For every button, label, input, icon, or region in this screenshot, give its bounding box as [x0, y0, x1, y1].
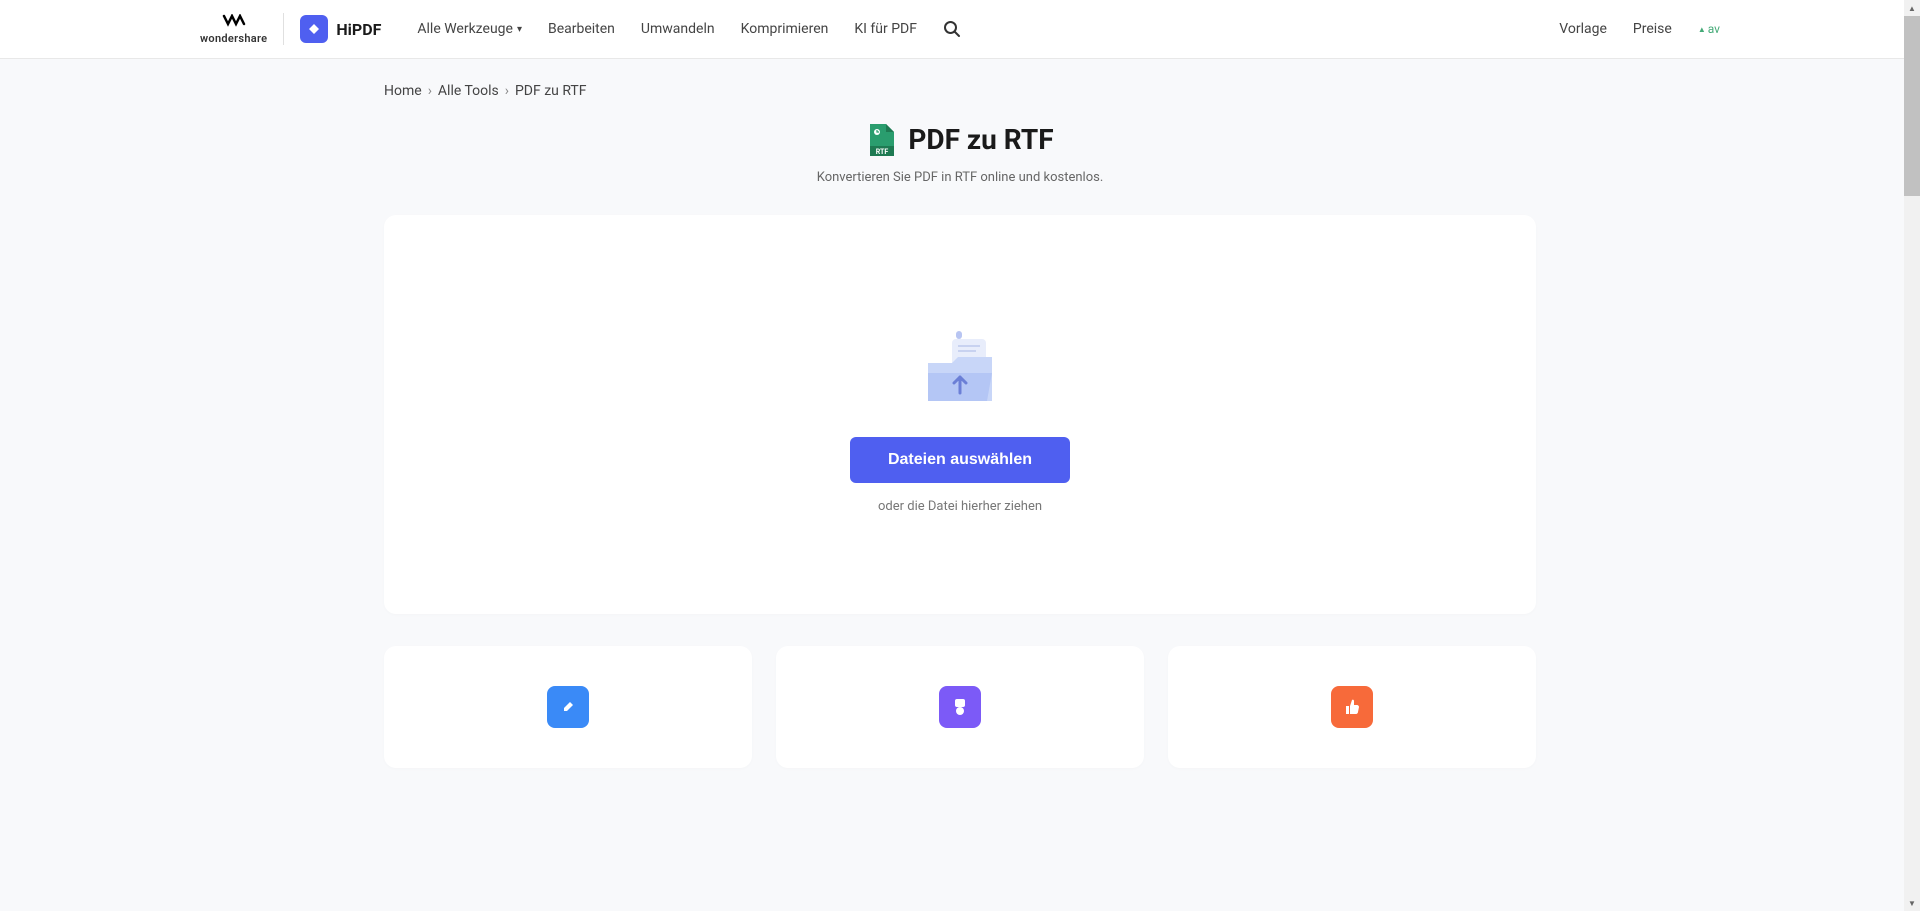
- page-title-wrap: RTF PDF zu RTF: [0, 123, 1920, 156]
- header-right: Vorlage Preise av: [1559, 21, 1720, 37]
- badge-icon: [939, 686, 981, 728]
- breadcrumb-sep: ›: [428, 83, 432, 99]
- nav-pricing[interactable]: Preise: [1633, 21, 1672, 37]
- main-header: wondershare HiPDF Alle Werkzeuge ▾ Bearb…: [0, 0, 1920, 59]
- nav-ai-pdf[interactable]: KI für PDF: [854, 21, 917, 37]
- hipdf-icon: [300, 15, 328, 43]
- choose-files-button[interactable]: Dateien auswählen: [850, 437, 1070, 483]
- scrollbar[interactable]: ▲ ▼: [1904, 0, 1920, 911]
- main-nav: Alle Werkzeuge ▾ Bearbeiten Umwandeln Ko…: [417, 20, 961, 38]
- search-icon: [943, 20, 961, 38]
- avatar[interactable]: av: [1698, 22, 1720, 36]
- features-row: [384, 646, 1536, 768]
- upload-card[interactable]: Dateien auswählen oder die Datei hierher…: [384, 215, 1536, 614]
- thumbsup-icon: [1331, 686, 1373, 728]
- wondershare-logo[interactable]: wondershare: [200, 13, 284, 45]
- nav-all-tools[interactable]: Alle Werkzeuge ▾: [417, 21, 522, 37]
- feature-card-2: [776, 646, 1144, 768]
- scrollbar-up-arrow-icon[interactable]: ▲: [1904, 0, 1920, 16]
- breadcrumb-all-tools[interactable]: Alle Tools: [438, 83, 499, 99]
- upload-illustration-icon: [910, 325, 1010, 415]
- page-subtitle: Konvertieren Sie PDF in RTF online und k…: [0, 170, 1920, 185]
- nav-template[interactable]: Vorlage: [1559, 21, 1607, 37]
- nav-convert[interactable]: Umwandeln: [641, 21, 715, 37]
- rtf-file-icon: RTF: [866, 124, 894, 156]
- nav-edit[interactable]: Bearbeiten: [548, 21, 615, 37]
- hipdf-logo[interactable]: HiPDF: [300, 15, 381, 43]
- header-left: wondershare HiPDF Alle Werkzeuge ▾ Bearb…: [200, 13, 1559, 45]
- wondershare-text: wondershare: [200, 32, 267, 45]
- search-button[interactable]: [943, 20, 961, 38]
- svg-text:RTF: RTF: [876, 148, 889, 156]
- breadcrumb-sep: ›: [505, 83, 509, 99]
- feature-card-3: [1168, 646, 1536, 768]
- scrollbar-thumb[interactable]: [1904, 16, 1920, 196]
- breadcrumb-current: PDF zu RTF: [515, 83, 587, 99]
- chevron-down-icon: ▾: [517, 24, 522, 35]
- page-title: PDF zu RTF: [908, 123, 1053, 156]
- breadcrumb: Home › Alle Tools › PDF zu RTF: [384, 59, 1536, 115]
- feature-card-1: [384, 646, 752, 768]
- nav-compress[interactable]: Komprimieren: [741, 21, 829, 37]
- wondershare-icon: [222, 13, 246, 32]
- nav-all-tools-label: Alle Werkzeuge: [417, 21, 513, 37]
- breadcrumb-home[interactable]: Home: [384, 83, 422, 99]
- drop-text: oder die Datei hierher ziehen: [424, 499, 1496, 514]
- scrollbar-down-arrow-icon[interactable]: ▼: [1904, 895, 1920, 911]
- hipdf-text: HiPDF: [336, 20, 381, 39]
- pencil-icon: [547, 686, 589, 728]
